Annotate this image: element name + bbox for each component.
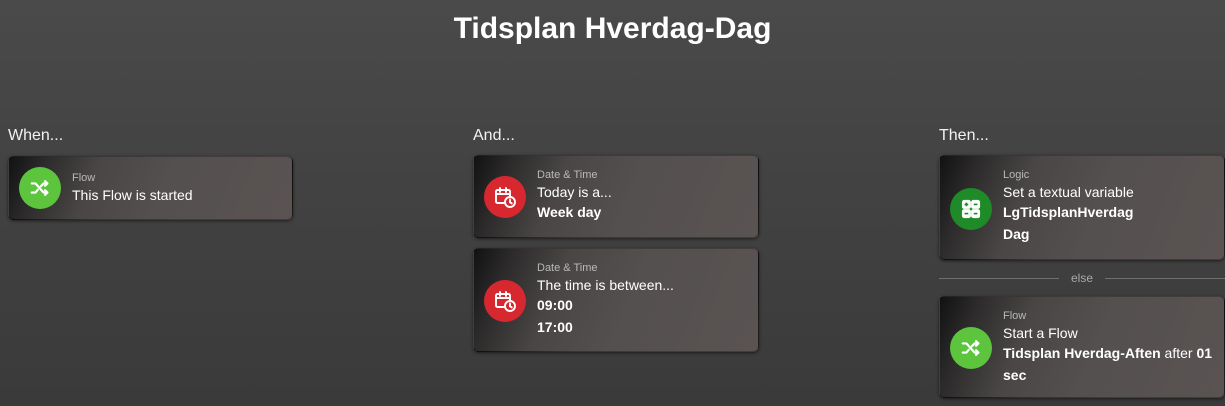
when-header: When... bbox=[8, 127, 64, 144]
card-title: This Flow is started bbox=[72, 187, 193, 203]
card-category: Date & Time bbox=[537, 262, 598, 274]
and-column: And... Date & Time Today is a... Week da… bbox=[473, 126, 759, 352]
calendar-clock-icon bbox=[484, 176, 526, 218]
card-category: Flow bbox=[72, 172, 96, 184]
card-category: Flow bbox=[1003, 310, 1027, 322]
calculator-icon bbox=[950, 188, 992, 230]
start-time-argument[interactable]: 09:00 bbox=[537, 297, 573, 313]
time-between-card[interactable]: Date & Time The time is between... 09:00… bbox=[473, 248, 759, 352]
delay-unit-argument[interactable]: sec bbox=[1003, 367, 1026, 383]
flow-shuffle-icon bbox=[950, 327, 992, 369]
card-title: Start a Flow bbox=[1003, 325, 1078, 341]
card-title: Today is a... bbox=[537, 184, 612, 200]
card-argument[interactable]: Week day bbox=[537, 204, 601, 220]
divider-line bbox=[1105, 277, 1225, 279]
then-column: Then... Logic Set a textual variable LgT… bbox=[939, 126, 1225, 398]
else-label: else bbox=[1071, 271, 1094, 285]
and-header: And... bbox=[473, 127, 515, 144]
delay-argument[interactable]: 01 bbox=[1196, 345, 1212, 361]
start-flow-card[interactable]: Flow Start a Flow Tidsplan Hverdag-Aften… bbox=[939, 296, 1225, 398]
then-header: Then... bbox=[939, 127, 989, 144]
card-connector-text: after bbox=[1160, 345, 1197, 361]
card-category: Date & Time bbox=[537, 169, 598, 181]
target-flow-argument[interactable]: Tidsplan Hverdag-Aften bbox=[1003, 345, 1161, 361]
variable-name-argument[interactable]: LgTidsplanHverdag bbox=[1003, 204, 1133, 220]
card-title: The time is between... bbox=[537, 277, 674, 293]
set-variable-card[interactable]: Logic Set a textual variable LgTidsplanH… bbox=[939, 155, 1225, 260]
flow-shuffle-icon bbox=[19, 167, 61, 209]
card-title: Set a textual variable bbox=[1003, 184, 1134, 200]
page-title: Tidsplan Hverdag-Dag bbox=[453, 12, 772, 45]
flow-started-card[interactable]: Flow This Flow is started bbox=[8, 156, 293, 220]
variable-value-argument[interactable]: Dag bbox=[1003, 226, 1029, 242]
divider-line bbox=[939, 277, 1059, 279]
end-time-argument[interactable]: 17:00 bbox=[537, 319, 573, 335]
flow-editor: Tidsplan Hverdag-Dag When... Flow This F… bbox=[0, 0, 1225, 406]
else-divider: else bbox=[939, 270, 1225, 286]
when-column: When... Flow This Flow is started bbox=[8, 126, 293, 220]
today-is-card[interactable]: Date & Time Today is a... Week day bbox=[473, 155, 759, 238]
calendar-clock-icon bbox=[484, 280, 526, 322]
card-category: Logic bbox=[1003, 169, 1030, 181]
